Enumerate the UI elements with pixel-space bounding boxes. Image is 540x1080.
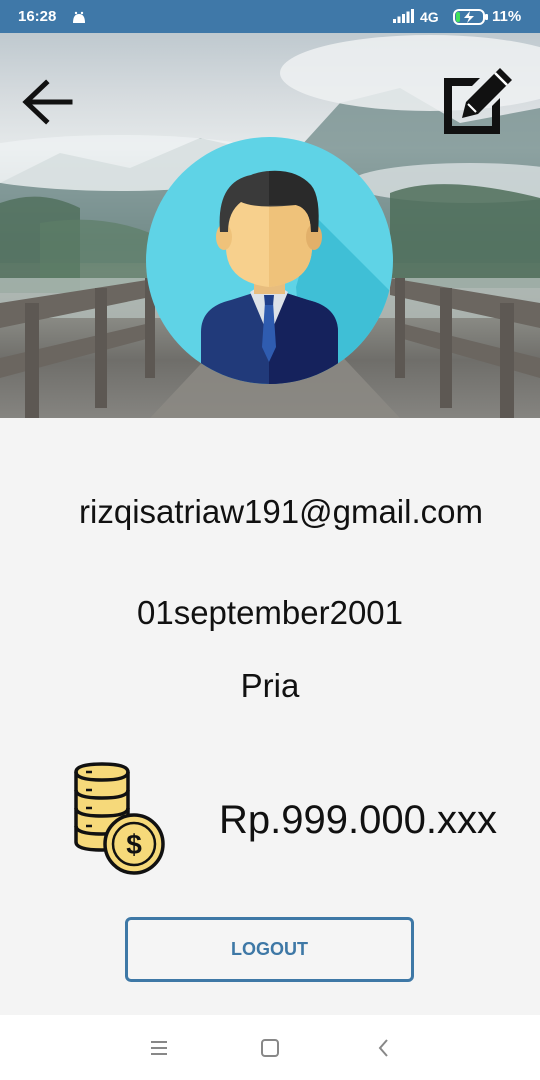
battery-icon xyxy=(453,9,489,29)
edit-profile-button[interactable] xyxy=(440,66,514,136)
profile-birthdate: 01september2001 xyxy=(136,594,404,631)
balance-amount: Rp.999.000.xxx xyxy=(219,798,497,842)
signal-icon xyxy=(393,9,415,27)
back-arrow-icon xyxy=(22,79,73,125)
status-time: 16:28 xyxy=(18,8,57,25)
profile-gender: Pria xyxy=(240,667,300,704)
battery-percent: 11% xyxy=(492,8,522,25)
coins-icon: $ xyxy=(72,760,166,876)
back-icon[interactable] xyxy=(374,1037,394,1059)
profile-email: rizqisatriaw191@gmail.com xyxy=(79,493,483,530)
notification-icon xyxy=(71,10,87,27)
logout-button[interactable]: LOGOUT xyxy=(125,917,414,982)
back-button[interactable] xyxy=(20,78,74,126)
status-bar: 16:28 4G 11% xyxy=(0,0,540,33)
menu-icon[interactable] xyxy=(146,1039,172,1057)
network-type: 4G xyxy=(420,9,439,25)
home-icon[interactable] xyxy=(260,1038,280,1058)
edit-icon xyxy=(444,68,512,134)
user-avatar xyxy=(146,137,393,384)
svg-text:$: $ xyxy=(126,829,142,860)
system-nav-bar xyxy=(0,1015,540,1080)
